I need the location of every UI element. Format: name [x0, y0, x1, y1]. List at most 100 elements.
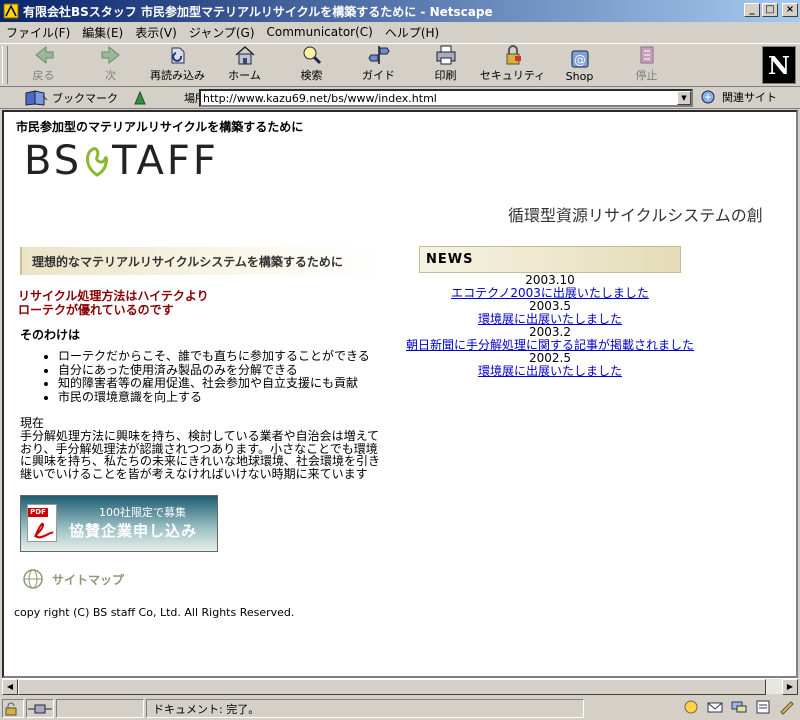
navigation-toolbar: 戻る 次 再読み込み ホーム 検索 ガイド 印刷 セキュリティ @ Shop 停…: [0, 43, 800, 87]
url-dropdown-button[interactable]: ▼: [677, 91, 691, 105]
scroll-left-button[interactable]: ◀: [2, 679, 18, 695]
home-button[interactable]: ホーム: [211, 44, 278, 86]
menu-go[interactable]: ジャンプ(G): [189, 24, 255, 41]
horizontal-scrollbar[interactable]: ◀ ▶: [2, 678, 798, 695]
reload-button[interactable]: 再読み込み: [144, 44, 211, 86]
logo-right-text: TAFF: [112, 138, 219, 184]
section-banner: 理想的なマテリアルリサイクルシステムを構築するために: [20, 247, 380, 275]
menu-help[interactable]: ヘルプ(H): [385, 24, 439, 41]
security-lock-icon: [506, 45, 521, 65]
sponsor-application-banner[interactable]: PDF 100社限定で募集 協賛企業申し込み: [20, 495, 218, 552]
security-status-cell[interactable]: [2, 699, 24, 718]
lock-status-icon: [5, 702, 17, 715]
netscape-app-icon: [3, 3, 19, 19]
component-bar: [682, 699, 796, 715]
security-label: セキュリティ: [479, 69, 546, 82]
guide-button[interactable]: ガイド: [345, 44, 412, 86]
connection-plug-icon: [28, 704, 52, 713]
forward-label: 次: [105, 69, 116, 82]
menu-communicator[interactable]: Communicator(C): [267, 25, 373, 39]
url-field[interactable]: ▼: [199, 89, 693, 107]
stop-icon: [640, 46, 653, 64]
shop-label: Shop: [565, 70, 594, 83]
sponsor-banner-subtitle: 100社限定で募集: [99, 506, 186, 519]
list-item: ローテクだからこそ、誰でも直ちに参加することができる: [58, 349, 370, 364]
svg-text:@: @: [574, 53, 586, 67]
shop-button[interactable]: @ Shop: [546, 44, 613, 86]
close-button[interactable]: ×: [782, 3, 798, 17]
address-book-icon[interactable]: [754, 699, 772, 715]
red-lead-line-2: ローテクが優れているのです: [18, 303, 174, 317]
related-sites-button[interactable]: 関連サイト: [700, 89, 777, 105]
list-item: 市民の環境意識を向上する: [58, 390, 370, 405]
progress-cell: [56, 699, 144, 718]
news-link[interactable]: 環境展に出展いたしました: [400, 365, 700, 378]
body-text: 手分解処理方法に興味を持ち、検討している業者や自治会は増えており、手分解処理法が…: [20, 428, 381, 482]
guide-label: ガイド: [362, 69, 395, 82]
reasons-list: ローテクだからこそ、誰でも直ちに参加することができる 自分にあった使用済み製品の…: [48, 349, 370, 405]
url-input[interactable]: [201, 91, 677, 105]
related-sites-label: 関連サイト: [722, 91, 777, 104]
bs-staff-logo[interactable]: BS TAFF: [24, 138, 219, 184]
adobe-acrobat-icon: [34, 522, 54, 539]
discussion-icon[interactable]: [730, 699, 748, 715]
scroll-right-button[interactable]: ▶: [782, 679, 798, 695]
bookmarks-button[interactable]: ブックマーク: [24, 89, 118, 106]
print-icon: [436, 45, 455, 65]
security-button[interactable]: セキュリティ: [479, 44, 546, 86]
forward-arrow-icon: [101, 45, 120, 65]
search-button[interactable]: 検索: [278, 44, 345, 86]
title-bar: 有限会社BSスタッフ 市民参加型マテリアルリサイクルを構築するために - Net…: [0, 0, 800, 22]
composer-icon[interactable]: [778, 699, 796, 715]
status-bar: ドキュメント: 完了。: [0, 697, 800, 720]
news-header: NEWS: [419, 246, 681, 273]
page-proxy-icon[interactable]: [132, 90, 148, 106]
news-list: 2003.10 エコテクノ2003に出展いたしました 2003.5 環境展に出展…: [400, 274, 700, 378]
netscape-logo[interactable]: N: [762, 46, 796, 84]
location-toolbar: ブックマーク 場所: ▼ 関連サイト: [0, 87, 800, 109]
back-arrow-icon: [34, 45, 53, 65]
home-label: ホーム: [228, 69, 261, 82]
search-icon: [303, 46, 321, 65]
back-label: 戻る: [32, 69, 55, 82]
online-status-cell[interactable]: [26, 699, 54, 718]
shop-icon: @: [571, 50, 588, 68]
red-lead-line-1: リサイクル処理方法はハイテクより: [18, 289, 209, 303]
pdf-tag: PDF: [28, 508, 48, 517]
scrollbar-thumb[interactable]: [18, 679, 766, 695]
back-button[interactable]: 戻る: [10, 44, 77, 86]
stop-label: 停止: [635, 69, 658, 82]
status-text: ドキュメント: 完了。: [146, 699, 584, 718]
reload-icon: [171, 47, 184, 64]
menu-edit[interactable]: 編集(E): [82, 24, 123, 41]
print-label: 印刷: [434, 69, 457, 82]
toolbar-grip[interactable]: [2, 46, 8, 84]
related-sites-icon: [701, 90, 715, 104]
bookmark-book-icon: [25, 89, 48, 106]
navigator-icon[interactable]: [682, 699, 700, 715]
sitemap-label: サイトマップ: [52, 572, 125, 587]
page-content: 市民参加型のマテリアルリサイクルを構築するために BS TAFF 循環型資源リサ…: [2, 110, 798, 678]
forward-button[interactable]: 次: [77, 44, 144, 86]
home-icon: [235, 45, 254, 65]
reasons-heading: そのわけは: [20, 328, 81, 342]
mail-icon[interactable]: [706, 699, 724, 715]
list-item: 自分にあった使用済み製品のみを分解できる: [58, 363, 370, 378]
globe-icon: [23, 569, 43, 589]
tagline: 循環型資源リサイクルシステムの創: [508, 206, 763, 225]
sitemap-link[interactable]: サイトマップ: [22, 568, 124, 590]
bookmarks-label: ブックマーク: [52, 91, 118, 105]
guide-icon: [367, 46, 390, 64]
stop-button[interactable]: 停止: [613, 44, 680, 86]
window-title: 有限会社BSスタッフ 市民参加型マテリアルリサイクルを構築するために - Net…: [23, 4, 493, 19]
menu-view[interactable]: 表示(V): [135, 24, 177, 41]
page-heading: 市民参加型のマテリアルリサイクルを構築するために: [16, 120, 304, 134]
maximize-button[interactable]: □: [762, 3, 778, 17]
minimize-button[interactable]: _: [744, 3, 760, 17]
red-lead-text: リサイクル処理方法はハイテクより ローテクが優れているのです: [18, 289, 209, 317]
menu-file[interactable]: ファイル(F): [6, 24, 70, 41]
print-button[interactable]: 印刷: [412, 44, 479, 86]
sponsor-banner-title: 協賛企業申し込み: [69, 522, 198, 540]
reload-label: 再読み込み: [150, 69, 205, 82]
body-label: 現在: [20, 416, 45, 430]
